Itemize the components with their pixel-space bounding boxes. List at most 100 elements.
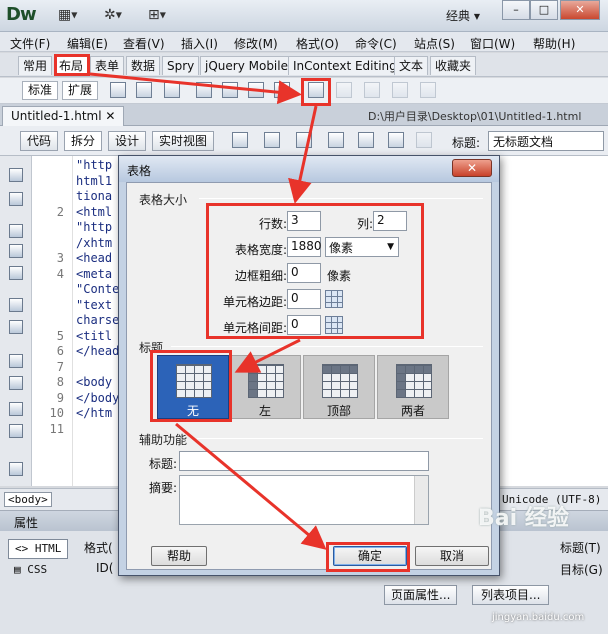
show-code-nav-icon[interactable] bbox=[9, 192, 23, 206]
insert-panel-tabs: 常用 布局 表单 数据 Spry jQuery Mobile InContext… bbox=[0, 53, 608, 77]
layout-icon[interactable]: ▦▼ bbox=[58, 7, 77, 23]
size-divider bbox=[199, 198, 483, 199]
collapse-selection-icon[interactable] bbox=[9, 244, 23, 258]
dialog-close-button[interactable]: ✕ bbox=[452, 159, 492, 177]
file-management-icon[interactable] bbox=[296, 132, 312, 148]
header-option-both[interactable]: 两者 bbox=[377, 355, 449, 419]
apply-comment-icon[interactable] bbox=[9, 462, 23, 476]
menu-site[interactable]: 站点(S) bbox=[414, 35, 455, 52]
header-option-left[interactable]: 左 bbox=[229, 355, 301, 419]
spry-menu-icon[interactable] bbox=[196, 82, 212, 98]
menu-help[interactable]: 帮助(H) bbox=[533, 35, 575, 52]
minimize-button[interactable]: – bbox=[502, 0, 530, 20]
highlight-invalid-icon[interactable] bbox=[9, 376, 23, 390]
code-view-button[interactable]: 代码 bbox=[20, 131, 59, 151]
code-line: /xhtm bbox=[76, 235, 113, 250]
caption-input[interactable] bbox=[179, 451, 429, 471]
visual-aids-icon[interactable] bbox=[328, 132, 344, 148]
border-input[interactable]: 0 bbox=[287, 263, 321, 283]
doc-title-input[interactable]: 无标题文档 bbox=[488, 131, 604, 151]
tab-spry[interactable]: Spry bbox=[162, 56, 200, 75]
tab-jquery-mobile[interactable]: jQuery Mobile bbox=[200, 56, 293, 75]
gear-icon[interactable]: ✲▼ bbox=[104, 7, 122, 23]
expanded-mode-button[interactable]: 扩展 bbox=[62, 81, 99, 100]
html-properties-button[interactable]: <> HTML bbox=[8, 539, 69, 559]
line-number: 2 bbox=[56, 204, 64, 219]
summary-textarea[interactable] bbox=[179, 475, 429, 525]
summary-scrollbar[interactable] bbox=[414, 476, 428, 524]
div-tag-icon[interactable] bbox=[110, 82, 126, 98]
cancel-button[interactable]: 取消 bbox=[415, 546, 489, 566]
menu-format[interactable]: 格式(O) bbox=[296, 35, 339, 52]
validate-icon[interactable] bbox=[358, 132, 374, 148]
title-bar: Dw ▦▼ ✲▼ ⊞▼ 经典 ▼ – □ ✕ bbox=[0, 0, 608, 32]
rows-input[interactable]: 3 bbox=[287, 211, 321, 231]
ok-button[interactable]: 确定 bbox=[333, 546, 407, 566]
close-button[interactable]: ✕ bbox=[560, 0, 600, 20]
menu-file[interactable]: 文件(F) bbox=[10, 35, 50, 52]
code-line: tiona bbox=[76, 189, 113, 203]
doc-title-label: 标题: bbox=[452, 136, 481, 150]
multiscreen-icon[interactable] bbox=[232, 132, 248, 148]
spry-accordion-icon[interactable] bbox=[248, 82, 264, 98]
tab-forms[interactable]: 表单 bbox=[90, 56, 125, 75]
word-wrap-icon[interactable] bbox=[9, 402, 23, 416]
browser-preview-icon[interactable] bbox=[264, 132, 280, 148]
line-numbers-icon[interactable] bbox=[9, 354, 23, 368]
tab-text[interactable]: 文本 bbox=[394, 56, 429, 75]
cols-input[interactable]: 2 bbox=[373, 211, 407, 231]
syntax-error-icon[interactable] bbox=[9, 424, 23, 438]
fluid-grid-icon[interactable] bbox=[164, 82, 180, 98]
code-line: charse bbox=[76, 313, 120, 327]
site-icon[interactable]: ⊞▼ bbox=[148, 7, 166, 23]
collapse-tag-icon[interactable] bbox=[9, 224, 23, 238]
live-view-button[interactable]: 实时视图 bbox=[152, 131, 215, 151]
expand-all-icon[interactable] bbox=[9, 266, 23, 280]
menu-window[interactable]: 窗口(W) bbox=[470, 35, 515, 52]
css-properties-button[interactable]: ▤ CSS bbox=[14, 563, 47, 576]
header-option-top[interactable]: 顶部 bbox=[303, 355, 375, 419]
ap-div-icon[interactable] bbox=[136, 82, 152, 98]
table-insert-icon[interactable] bbox=[308, 82, 324, 98]
workspace-switcher[interactable]: 经典 ▼ bbox=[446, 7, 480, 24]
table-both-header-icon bbox=[396, 364, 432, 398]
code-line: <html bbox=[76, 204, 113, 219]
menu-view[interactable]: 查看(V) bbox=[123, 35, 165, 52]
help-button[interactable]: 帮助 bbox=[151, 546, 207, 566]
page-properties-button[interactable]: 页面属性... bbox=[384, 585, 458, 605]
menu-edit[interactable]: 编辑(E) bbox=[67, 35, 108, 52]
document-tab[interactable]: Untitled-1.html ✕ bbox=[2, 106, 125, 126]
tab-layout[interactable]: 布局 bbox=[54, 56, 89, 75]
table-none-icon bbox=[176, 364, 212, 398]
rows-label: 行数: bbox=[258, 217, 287, 231]
menu-commands[interactable]: 命令(C) bbox=[355, 35, 397, 52]
width-input[interactable]: 1880 bbox=[287, 237, 322, 257]
code-line: "text bbox=[76, 297, 113, 312]
cell-padding-input[interactable]: 0 bbox=[287, 289, 321, 309]
list-items-button[interactable]: 列表项目... bbox=[472, 585, 550, 605]
table-left-header-icon bbox=[248, 364, 284, 398]
tab-common[interactable]: 常用 bbox=[18, 56, 53, 75]
tab-favorites[interactable]: 收藏夹 bbox=[430, 56, 477, 75]
balance-braces-icon[interactable] bbox=[9, 320, 23, 334]
standard-mode-button[interactable]: 标准 bbox=[22, 81, 59, 100]
design-view-button[interactable]: 设计 bbox=[108, 131, 147, 151]
menu-modify[interactable]: 修改(M) bbox=[234, 35, 278, 52]
width-unit-select[interactable]: 像素 ▼ bbox=[325, 237, 399, 257]
menu-insert[interactable]: 插入(I) bbox=[181, 35, 218, 52]
cell-spacing-input[interactable]: 0 bbox=[287, 315, 321, 335]
document-toolbar: 代码 拆分 设计 实时视图 标题: 无标题文档 bbox=[0, 126, 608, 156]
spry-tabbed-icon[interactable] bbox=[222, 82, 238, 98]
code-line: "http bbox=[76, 220, 113, 234]
tab-incontext-editing[interactable]: InContext Editing bbox=[288, 56, 402, 75]
tag-selector[interactable]: <body> bbox=[4, 492, 52, 507]
open-documents-icon[interactable] bbox=[9, 168, 23, 182]
split-view-button[interactable]: 拆分 bbox=[64, 131, 103, 151]
select-parent-tag-icon[interactable] bbox=[9, 298, 23, 312]
compatibility-icon[interactable] bbox=[388, 132, 404, 148]
code-line: </htm bbox=[76, 406, 113, 420]
spry-collapsible-icon[interactable] bbox=[274, 82, 290, 98]
maximize-button[interactable]: □ bbox=[530, 0, 558, 20]
header-option-none[interactable]: 无 bbox=[157, 355, 229, 419]
tab-data[interactable]: 数据 bbox=[126, 56, 161, 75]
